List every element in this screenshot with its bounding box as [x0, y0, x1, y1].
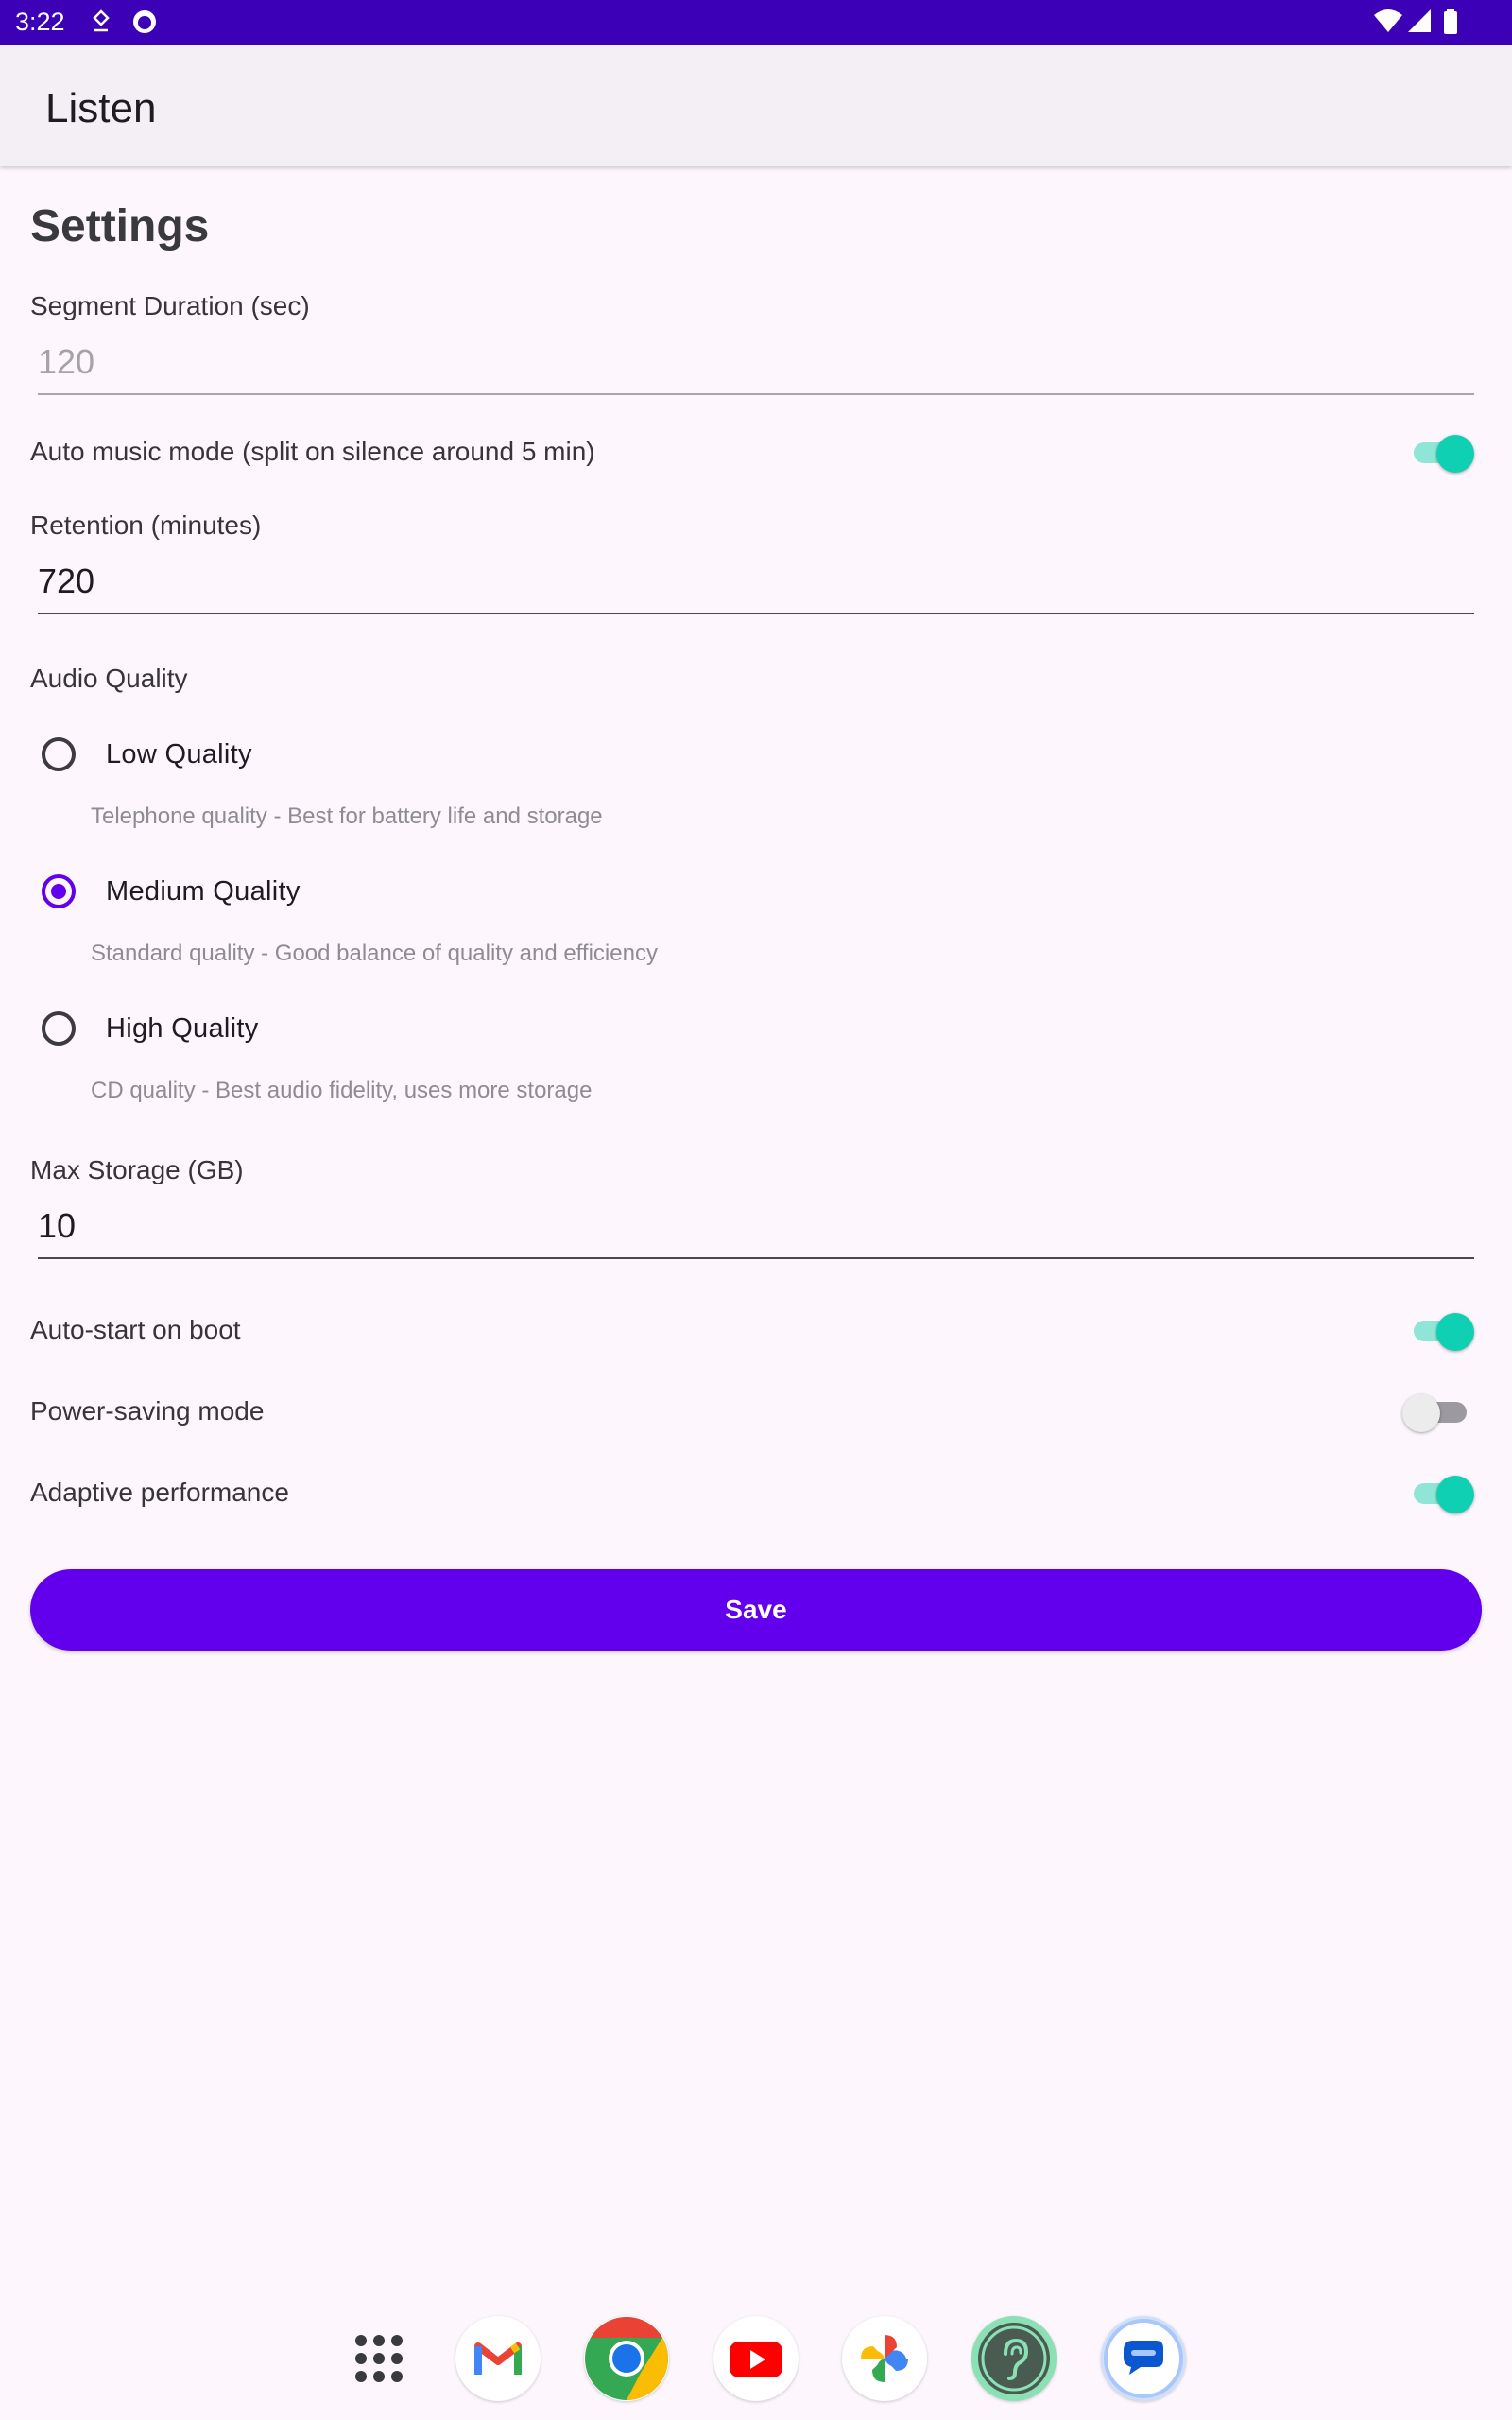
radio-description-medium: Standard quality - Good balance of quali…	[91, 941, 658, 966]
retention-field[interactable]: 720	[38, 556, 1474, 614]
notification-icon	[89, 8, 113, 41]
adaptive-performance-row[interactable]: Adaptive performance	[0, 1464, 1512, 1521]
radio-label-medium: Medium Quality	[106, 876, 301, 907]
status-bar: 3:22	[0, 0, 1512, 45]
status-time: 3:22	[15, 8, 65, 36]
audio-quality-label: Audio Quality	[30, 664, 188, 693]
segment-duration-value: 120	[38, 342, 95, 381]
app-drawer-icon[interactable]	[336, 2316, 421, 2401]
max-storage-value: 10	[38, 1206, 77, 1245]
battery-icon	[1442, 8, 1459, 41]
radio-label-low: Low Quality	[106, 739, 252, 769]
messages-icon[interactable]	[1101, 2316, 1186, 2401]
switch-thumb	[1402, 1394, 1440, 1432]
radio-label-high: High Quality	[106, 1013, 259, 1044]
radio-button-low[interactable]	[42, 737, 76, 771]
chrome-icon[interactable]	[584, 2316, 669, 2401]
app-title: Listen	[45, 85, 157, 131]
power-saving-label: Power-saving mode	[30, 1396, 265, 1426]
cellular-signal-icon	[1406, 8, 1433, 41]
radio-option-high-quality[interactable]: High Quality	[0, 998, 945, 1064]
auto-start-switch[interactable]	[1410, 1313, 1476, 1351]
radio-option-medium-quality[interactable]: Medium Quality	[0, 861, 945, 927]
radio-button-high[interactable]	[42, 1011, 76, 1046]
max-storage-label: Max Storage (GB)	[30, 1155, 244, 1184]
listen-app-icon[interactable]	[971, 2316, 1057, 2401]
radio-description-high: CD quality - Best audio fidelity, uses m…	[91, 1078, 593, 1103]
app-bar: Listen	[0, 45, 1512, 166]
retention-value: 720	[38, 562, 95, 600]
switch-thumb	[1436, 1476, 1474, 1513]
power-saving-row[interactable]: Power-saving mode	[0, 1383, 1512, 1440]
auto-music-mode-row[interactable]: Auto music mode (split on silence around…	[0, 424, 1512, 480]
radio-option-low-quality[interactable]: Low Quality	[0, 724, 945, 790]
adaptive-performance-label: Adaptive performance	[30, 1478, 289, 1507]
notification-app-icon	[130, 8, 159, 41]
switch-thumb	[1436, 435, 1474, 473]
settings-heading: Settings	[30, 201, 210, 251]
photos-icon[interactable]	[842, 2316, 927, 2401]
wifi-icon	[1372, 8, 1404, 41]
auto-start-label: Auto-start on boot	[30, 1315, 241, 1344]
radio-button-medium[interactable]	[42, 874, 76, 908]
switch-thumb	[1436, 1313, 1474, 1351]
youtube-icon[interactable]	[713, 2316, 799, 2401]
save-button[interactable]: Save	[30, 1569, 1482, 1651]
adaptive-performance-switch[interactable]	[1410, 1476, 1476, 1513]
max-storage-field[interactable]: 10	[38, 1201, 1474, 1259]
power-saving-switch[interactable]	[1402, 1394, 1476, 1432]
segment-duration-label: Segment Duration (sec)	[30, 291, 310, 320]
auto-start-row[interactable]: Auto-start on boot	[0, 1302, 1512, 1358]
auto-music-mode-switch[interactable]	[1410, 435, 1476, 473]
auto-music-mode-label: Auto music mode (split on silence around…	[30, 437, 595, 466]
app-dock	[0, 2316, 1512, 2411]
retention-label: Retention (minutes)	[30, 510, 262, 540]
radio-description-low: Telephone quality - Best for battery lif…	[91, 804, 603, 829]
segment-duration-field[interactable]: 120	[38, 337, 1474, 395]
gmail-icon[interactable]	[455, 2316, 541, 2401]
